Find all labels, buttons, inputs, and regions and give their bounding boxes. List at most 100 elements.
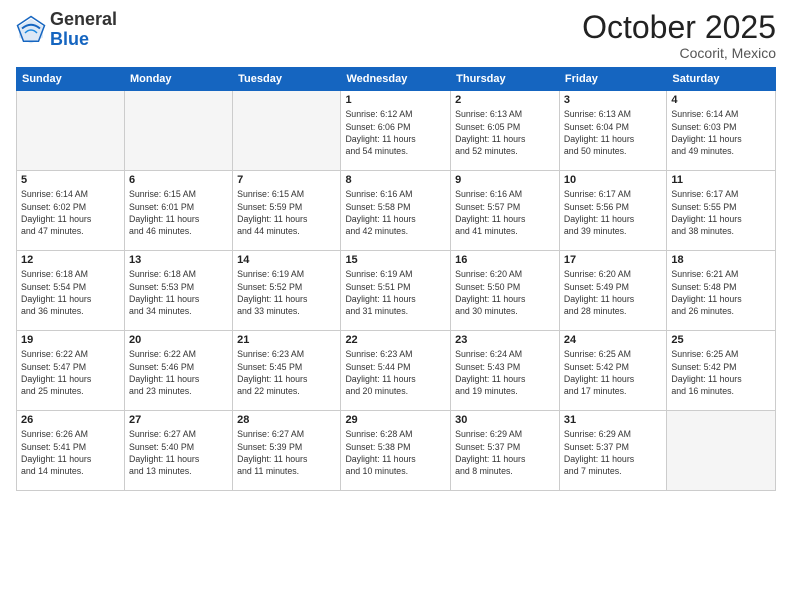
calendar-cell: 6 Sunrise: 6:15 AM Sunset: 6:01 PM Daylig… (124, 171, 232, 251)
header-saturday: Saturday (667, 68, 776, 91)
day-number: 13 (129, 254, 228, 266)
page: General Blue October 2025 Cocorit, Mexic… (0, 0, 792, 612)
day-number: 5 (21, 174, 120, 186)
calendar-cell: 14 Sunrise: 6:19 AM Sunset: 5:52 PM Dayli… (233, 251, 341, 331)
day-info: Sunrise: 6:17 AM Sunset: 5:56 PM Dayligh… (564, 188, 662, 237)
calendar-cell (667, 411, 776, 491)
calendar-week-1: 1Sunrise: 6:12 AM Sunset: 6:06 PM Daylig… (17, 91, 776, 171)
logo-text: General Blue (50, 10, 117, 50)
calendar-cell: 23Sunrise: 6:24 AM Sunset: 5:43 PM Dayli… (451, 331, 560, 411)
weekday-header-row: Sunday Monday Tuesday Wednesday Thursday… (17, 68, 776, 91)
calendar-week-4: 19 Sunrise: 6:22 AM Sunset: 5:47 PM Dayli… (17, 331, 776, 411)
day-info: Sunrise: 6:19 AM Sunset: 5:51 PM Dayligh… (345, 268, 446, 317)
calendar-cell: 21 Sunrise: 6:23 AM Sunset: 5:45 PM Dayli… (233, 331, 341, 411)
day-number: 7 (237, 174, 336, 186)
month-title: October 2025 (582, 10, 776, 45)
calendar-cell: 20Sunrise: 6:22 AM Sunset: 5:46 PM Dayli… (124, 331, 232, 411)
day-info: Sunrise: 6:12 AM Sunset: 6:06 PM Dayligh… (345, 108, 446, 157)
day-info: Sunrise: 6:26 AM Sunset: 5:41 PM Dayligh… (21, 428, 120, 477)
calendar-cell: 29 Sunrise: 6:28 AM Sunset: 5:38 PM Dayli… (341, 411, 451, 491)
day-info: Sunrise: 6:22 AM Sunset: 5:47 PM Dayligh… (21, 348, 120, 397)
day-number: 29 (345, 414, 446, 426)
day-number: 9 (455, 174, 555, 186)
calendar-cell: 19 Sunrise: 6:22 AM Sunset: 5:47 PM Dayli… (17, 331, 125, 411)
day-number: 26 (21, 414, 120, 426)
day-number: 21 (237, 334, 336, 346)
title-block: October 2025 Cocorit, Mexico (582, 10, 776, 61)
calendar-cell: 13 Sunrise: 6:18 AM Sunset: 5:53 PM Dayli… (124, 251, 232, 331)
day-info: Sunrise: 6:22 AM Sunset: 5:46 PM Dayligh… (129, 348, 228, 397)
day-info: Sunrise: 6:23 AM Sunset: 5:44 PM Dayligh… (345, 348, 446, 397)
day-number: 18 (671, 254, 771, 266)
calendar-cell: 5 Sunrise: 6:14 AM Sunset: 6:02 PM Daylig… (17, 171, 125, 251)
logo: General Blue (16, 10, 117, 50)
calendar-cell: 10 Sunrise: 6:17 AM Sunset: 5:56 PM Dayli… (559, 171, 666, 251)
logo-icon (16, 15, 46, 45)
day-info: Sunrise: 6:15 AM Sunset: 5:59 PM Dayligh… (237, 188, 336, 237)
day-info: Sunrise: 6:13 AM Sunset: 6:05 PM Dayligh… (455, 108, 555, 157)
calendar-cell: 11Sunrise: 6:17 AM Sunset: 5:55 PM Dayli… (667, 171, 776, 251)
calendar-cell: 4 Sunrise: 6:14 AM Sunset: 6:03 PM Daylig… (667, 91, 776, 171)
day-number: 2 (455, 94, 555, 106)
day-number: 15 (345, 254, 446, 266)
header-tuesday: Tuesday (233, 68, 341, 91)
calendar-week-3: 12Sunrise: 6:18 AM Sunset: 5:54 PM Dayli… (17, 251, 776, 331)
day-info: Sunrise: 6:19 AM Sunset: 5:52 PM Dayligh… (237, 268, 336, 317)
day-info: Sunrise: 6:27 AM Sunset: 5:39 PM Dayligh… (237, 428, 336, 477)
calendar-cell: 30Sunrise: 6:29 AM Sunset: 5:37 PM Dayli… (451, 411, 560, 491)
header-friday: Friday (559, 68, 666, 91)
calendar-cell: 15 Sunrise: 6:19 AM Sunset: 5:51 PM Dayli… (341, 251, 451, 331)
header: General Blue October 2025 Cocorit, Mexic… (16, 10, 776, 61)
calendar-cell (233, 91, 341, 171)
calendar-cell: 24 Sunrise: 6:25 AM Sunset: 5:42 PM Dayli… (559, 331, 666, 411)
calendar-table: Sunday Monday Tuesday Wednesday Thursday… (16, 67, 776, 491)
day-info: Sunrise: 6:14 AM Sunset: 6:02 PM Dayligh… (21, 188, 120, 237)
header-wednesday: Wednesday (341, 68, 451, 91)
calendar-week-5: 26 Sunrise: 6:26 AM Sunset: 5:41 PM Dayli… (17, 411, 776, 491)
day-number: 19 (21, 334, 120, 346)
day-info: Sunrise: 6:13 AM Sunset: 6:04 PM Dayligh… (564, 108, 662, 157)
day-info: Sunrise: 6:20 AM Sunset: 5:50 PM Dayligh… (455, 268, 555, 317)
calendar-cell: 26 Sunrise: 6:26 AM Sunset: 5:41 PM Dayli… (17, 411, 125, 491)
day-info: Sunrise: 6:28 AM Sunset: 5:38 PM Dayligh… (345, 428, 446, 477)
day-number: 28 (237, 414, 336, 426)
calendar-cell: 12Sunrise: 6:18 AM Sunset: 5:54 PM Dayli… (17, 251, 125, 331)
day-info: Sunrise: 6:20 AM Sunset: 5:49 PM Dayligh… (564, 268, 662, 317)
day-number: 25 (671, 334, 771, 346)
day-info: Sunrise: 6:21 AM Sunset: 5:48 PM Dayligh… (671, 268, 771, 317)
day-number: 4 (671, 94, 771, 106)
day-number: 22 (345, 334, 446, 346)
calendar-cell: 31Sunrise: 6:29 AM Sunset: 5:37 PM Dayli… (559, 411, 666, 491)
day-number: 24 (564, 334, 662, 346)
header-thursday: Thursday (451, 68, 560, 91)
day-info: Sunrise: 6:25 AM Sunset: 5:42 PM Dayligh… (671, 348, 771, 397)
day-info: Sunrise: 6:25 AM Sunset: 5:42 PM Dayligh… (564, 348, 662, 397)
day-number: 8 (345, 174, 446, 186)
day-number: 11 (671, 174, 771, 186)
day-info: Sunrise: 6:27 AM Sunset: 5:40 PM Dayligh… (129, 428, 228, 477)
calendar-cell: 28 Sunrise: 6:27 AM Sunset: 5:39 PM Dayli… (233, 411, 341, 491)
calendar-cell: 22 Sunrise: 6:23 AM Sunset: 5:44 PM Dayli… (341, 331, 451, 411)
day-info: Sunrise: 6:16 AM Sunset: 5:57 PM Dayligh… (455, 188, 555, 237)
day-info: Sunrise: 6:14 AM Sunset: 6:03 PM Dayligh… (671, 108, 771, 157)
calendar-cell: 18 Sunrise: 6:21 AM Sunset: 5:48 PM Dayli… (667, 251, 776, 331)
calendar-cell: 7 Sunrise: 6:15 AM Sunset: 5:59 PM Daylig… (233, 171, 341, 251)
day-number: 3 (564, 94, 662, 106)
day-number: 30 (455, 414, 555, 426)
day-number: 10 (564, 174, 662, 186)
day-number: 27 (129, 414, 228, 426)
header-monday: Monday (124, 68, 232, 91)
day-number: 6 (129, 174, 228, 186)
calendar-cell (124, 91, 232, 171)
day-info: Sunrise: 6:18 AM Sunset: 5:53 PM Dayligh… (129, 268, 228, 317)
day-info: Sunrise: 6:15 AM Sunset: 6:01 PM Dayligh… (129, 188, 228, 237)
day-number: 14 (237, 254, 336, 266)
day-number: 12 (21, 254, 120, 266)
day-number: 31 (564, 414, 662, 426)
day-info: Sunrise: 6:24 AM Sunset: 5:43 PM Dayligh… (455, 348, 555, 397)
day-info: Sunrise: 6:23 AM Sunset: 5:45 PM Dayligh… (237, 348, 336, 397)
calendar-cell: 25 Sunrise: 6:25 AM Sunset: 5:42 PM Dayli… (667, 331, 776, 411)
calendar-cell: 3 Sunrise: 6:13 AM Sunset: 6:04 PM Daylig… (559, 91, 666, 171)
location-subtitle: Cocorit, Mexico (582, 45, 776, 61)
calendar-cell: 27 Sunrise: 6:27 AM Sunset: 5:40 PM Dayli… (124, 411, 232, 491)
